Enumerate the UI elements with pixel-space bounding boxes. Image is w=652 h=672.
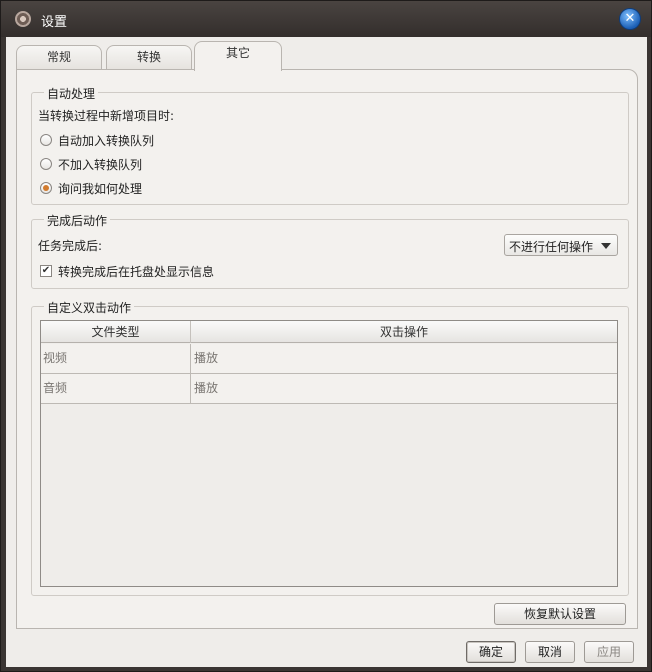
restore-defaults-button[interactable]: 恢复默认设置 [494,603,626,625]
radio-no-add[interactable] [40,158,52,170]
after-complete-select[interactable]: 不进行任何操作 [504,234,618,256]
table-cell-action[interactable]: 播放 [191,374,617,403]
tray-info-checkbox-label[interactable]: 转换完成后在托盘处显示信息 [58,263,214,280]
tab-other[interactable]: 其它 [194,41,282,71]
dialog-client: 常规 转换 其它 自动处理 当转换过程中新增项目时: 自动加入转换队列 不加入转… [6,37,647,667]
radio-ask-me-label[interactable]: 询问我如何处理 [58,180,142,197]
tab-pane-other: 自动处理 当转换过程中新增项目时: 自动加入转换队列 不加入转换队列 询问我如何… [16,69,638,629]
title-bar: 设置 ✕ [1,1,651,37]
group-title-double-click: 自定义双击动作 [44,299,135,316]
group-title-auto-process: 自动处理 [44,85,99,102]
double-click-table: 文件类型 双击操作 视频 播放 音频 播放 [40,320,618,587]
radio-auto-add-label[interactable]: 自动加入转换队列 [58,132,154,149]
table-cell-file-type: 视频 [41,344,191,373]
window-title: 设置 [41,15,68,30]
close-icon[interactable]: ✕ [619,8,641,30]
group-title-after-complete: 完成后动作 [44,212,111,229]
tab-convert[interactable]: 转换 [106,45,192,69]
column-header-double-click-action[interactable]: 双击操作 [191,321,617,343]
group-double-click: 自定义双击动作 文件类型 双击操作 视频 播放 音频 播放 [31,299,629,596]
after-complete-label: 任务完成后: [38,239,103,253]
group-auto-process: 自动处理 当转换过程中新增项目时: 自动加入转换队列 不加入转换队列 询问我如何… [31,85,629,205]
radio-ask-me[interactable] [40,182,52,194]
chevron-down-icon [601,243,611,249]
auto-process-prompt: 当转换过程中新增项目时: [38,109,175,123]
app-icon [15,11,31,27]
table-cell-file-type: 音频 [41,374,191,403]
apply-button[interactable]: 应用 [584,641,634,663]
tab-general[interactable]: 常规 [16,45,102,69]
table-row[interactable]: 音频 播放 [41,374,617,404]
table-cell-action[interactable]: 播放 [191,344,617,373]
ok-button[interactable]: 确定 [466,641,516,663]
group-after-complete: 完成后动作 任务完成后: 不进行任何操作 ✔ 转换完成后在托盘处显示信息 [31,212,629,289]
table-row[interactable]: 视频 播放 [41,344,617,374]
cancel-button[interactable]: 取消 [525,641,575,663]
after-complete-select-value: 不进行任何操作 [509,240,594,254]
table-header: 文件类型 双击操作 [41,321,617,343]
settings-window: 设置 ✕ 常规 转换 其它 自动处理 当转换过程中新增项目时: 自动加入转换队列… [0,0,652,672]
tray-info-checkbox[interactable]: ✔ [40,265,52,277]
radio-auto-add[interactable] [40,134,52,146]
radio-no-add-label[interactable]: 不加入转换队列 [58,156,142,173]
column-header-file-type[interactable]: 文件类型 [41,321,191,343]
